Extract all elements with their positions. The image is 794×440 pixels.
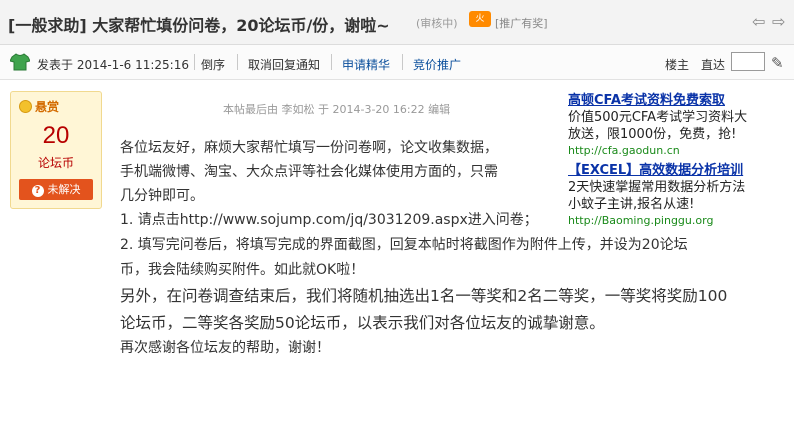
apply-highlight-link[interactable]: 申请精华 [342,56,390,73]
ad-description: 价值500元CFA考试学习资料大 [568,110,748,125]
reward-label: 悬赏 [19,98,59,115]
last-edited-note: 本帖最后由 李如松 于 2014-3-20 16:22 编辑 [223,103,451,116]
question-icon: ? [31,185,44,197]
post-body-line: 手机端微博、淘宝、大众点评等社会化媒体使用方面的，只需 [120,164,498,180]
next-thread-icon[interactable]: ⇨ [772,12,785,31]
ad-url-link[interactable]: http://Baoming.pinggu.org [568,213,778,229]
previous-thread-icon[interactable]: ⇦ [752,12,765,31]
reward-box: 悬赏 20 论坛币 ? 未解决 [10,91,102,209]
post-date: 发表于 2014-1-6 11:25:16 [37,58,189,72]
post-body-line: 再次感谢各位坛友的帮助，谢谢！ [120,340,330,356]
divider [402,54,403,70]
cancel-reply-notify-link[interactable]: 取消回复通知 [248,56,320,73]
reward-unit: 论坛币 [37,156,74,170]
promo-reward-link[interactable]: [推广有奖] [495,15,548,31]
post-body-line: 论坛币，二等奖各奖励50论坛币，以表示我们对各位坛友的诚挚谢意。 [120,314,605,332]
unsolved-status-button[interactable]: ? 未解决 [19,179,93,200]
thread-title-bar: [一般求助] 大家帮忙填份问卷，20论坛币/份，谢啦~ (审核中) 火 [推广有… [0,0,794,45]
ad-url-link[interactable]: http://cfa.gaodun.cn [568,143,778,159]
post-body-line: 2. 填写完问卷后，将填写完成的界面截图，回复本帖时将截图作为附件上传，并设为2… [120,237,688,253]
tshirt-icon [10,53,30,71]
post-body-line: 币，我会陆续购买附件。如此就OK啦！ [120,262,365,278]
reward-amount: 20 [42,122,70,149]
post-body-line: 各位坛友好，麻烦大家帮忙填写一份问卷啊，论文收集数据， [120,140,498,156]
post-body-line: 1. 请点击http://www.sojump.com/jq/3031209.a… [120,212,538,228]
ad-description: 2天快速掌握常用数据分析方法 [568,180,746,195]
audit-status: (审核中) [416,17,458,30]
divider [194,54,195,70]
post-body-line: 另外，在问卷调查结束后，我们将随机抽选出1名一等奖和2名二等奖，一等奖将奖励10… [120,287,728,305]
thread-owner-label: 楼主 [665,58,690,72]
sponsored-ad: 高顿CFA考试资料免费索取 价值500元CFA考试学习资料大 放送，限1000份… [568,93,778,229]
divider [237,54,238,70]
ad-description: 小蚊子主讲,报名从速! [568,197,695,212]
post-info-bar: 发表于 2014-1-6 11:25:16 倒序 取消回复通知 申请精华 竞价推… [0,45,794,80]
post-body-line: 几分钟即可。 [120,188,204,204]
hot-badge-icon: 火 [469,11,491,27]
reverse-order-link[interactable]: 倒序 [201,56,225,73]
divider [331,54,332,70]
coin-icon [19,100,32,113]
ad-title-link[interactable]: 高顿CFA考试资料免费索取 [568,93,778,109]
bid-promotion-link[interactable]: 竞价推广 [413,56,461,73]
ad-title-link[interactable]: 【EXCEL】高效数据分析培训 [568,163,778,179]
goto-floor-input[interactable] [731,52,765,71]
goto-label: 直达 [701,58,726,72]
ad-description: 放送，限1000份，免费，抢! [568,127,737,142]
wrench-icon[interactable]: ✎ [771,54,784,72]
thread-title: [一般求助] 大家帮忙填份问卷，20论坛币/份，谢啦~ [8,16,390,35]
